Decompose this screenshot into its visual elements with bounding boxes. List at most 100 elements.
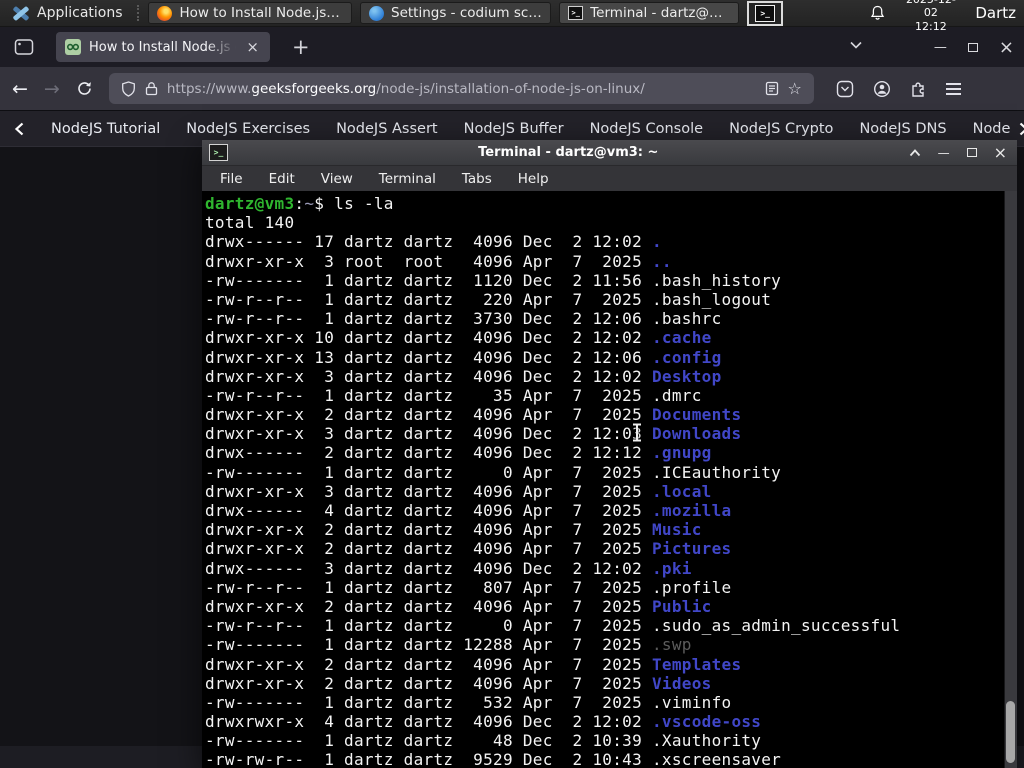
file-name: .profile [651, 577, 732, 597]
desktop: { "panel": { "applications_label": "Appl… [0, 0, 1024, 768]
url-path: /node-js/installation-of-node-js-on-linu… [376, 80, 645, 97]
codium-icon [369, 5, 385, 21]
reader-view-icon[interactable] [765, 81, 779, 96]
terminal-listing-row: drwxr-xr-x 2 dartz dartz 4096 Apr 7 2025… [205, 539, 732, 559]
tracking-shield-icon[interactable] [121, 80, 136, 97]
terminal-listing-row: drwxr-xr-x 10 dartz dartz 4096 Dec 2 12:… [205, 328, 712, 348]
applications-menu-button[interactable]: Applications [6, 3, 129, 23]
file-name: Videos [651, 673, 712, 693]
site-nav-link[interactable]: NodeJS Exercises [186, 121, 310, 137]
terminal-listing-row: drwx------ 3 dartz dartz 4096 Dec 2 12:0… [205, 558, 692, 578]
minimize-icon[interactable]: — [934, 40, 947, 55]
terminal-listing-row: -rw------- 1 dartz dartz 48 Dec 2 10:39 … [205, 731, 762, 751]
bookmark-star-icon[interactable]: ☆ [788, 79, 802, 98]
terminal-output[interactable]: dartz@vm3:~$ ls -la total 140 drwx------… [202, 191, 1017, 768]
forward-button[interactable]: → [44, 78, 60, 100]
terminal-menu-tabs[interactable]: Tabs [452, 169, 502, 189]
file-name: Templates [651, 654, 742, 674]
notification-bell-icon[interactable] [869, 4, 886, 22]
terminal-prompt-line: dartz@vm3:~$ ls -la [205, 194, 394, 213]
tab-close-icon[interactable]: × [244, 38, 261, 56]
taskbar-item-terminal[interactable]: >_ Terminal - dartz@vm3: ~ [559, 2, 739, 24]
terminal-title-bar[interactable]: >_ Terminal - dartz@vm3: ~ — × [202, 140, 1017, 166]
url-bar[interactable]: https://www.geeksforgeeks.org/node-js/in… [108, 73, 814, 104]
terminal-menu-help[interactable]: Help [508, 169, 559, 189]
terminal-listing-row: drwxr-xr-x 2 dartz dartz 4096 Apr 7 2025… [205, 520, 702, 540]
file-name: .bash_logout [651, 289, 772, 309]
menu-hamburger-icon[interactable] [945, 82, 961, 95]
terminal-listing-row: -rw------- 1 dartz dartz 1120 Dec 2 11:5… [205, 270, 782, 290]
clock-date: 2025-12-02 [906, 0, 956, 20]
terminal-listing-row: -rw-r--r-- 1 dartz dartz 220 Apr 7 2025 … [205, 289, 772, 309]
file-name: .bashrc [651, 309, 722, 329]
terminal-listing-row: -rw------- 1 dartz dartz 0 Apr 7 2025 .I… [205, 462, 782, 482]
file-name: Pictures [651, 539, 732, 559]
file-name: .swp [651, 635, 692, 655]
terminal-window-icon: >_ [209, 144, 228, 161]
reload-icon[interactable] [76, 80, 93, 97]
site-nav-links: NodeJS Tutorial NodeJS Exercises NodeJS As… [51, 121, 1010, 137]
site-nav-link[interactable]: Node [973, 121, 1011, 137]
file-name: .dmrc [651, 385, 702, 405]
terminal-menu-terminal[interactable]: Terminal [369, 169, 446, 189]
site-nav-link[interactable]: NodeJS Buffer [464, 121, 564, 137]
close-icon[interactable]: × [999, 37, 1014, 58]
url-domain: geeksforgeeks.org [251, 80, 377, 97]
site-nav-forward[interactable] [1018, 122, 1024, 136]
terminal-menu-bar: File Edit View Terminal Tabs Help [202, 166, 1017, 191]
terminal-listing-row: -rw-r--r-- 1 dartz dartz 0 Apr 7 2025 .s… [205, 616, 901, 636]
terminal-listing-row: drwx------ 17 dartz dartz 4096 Dec 2 12:… [205, 232, 662, 252]
file-name: .vscode-oss [651, 712, 762, 732]
terminal-icon: >_ [568, 6, 584, 20]
lock-icon [145, 82, 157, 96]
taskbar-item-firefox[interactable]: How to Install Node.js o... [148, 2, 353, 24]
terminal-listing-row: drwxr-xr-x 2 dartz dartz 4096 Apr 7 2025… [205, 596, 712, 616]
site-nav-link[interactable]: NodeJS Crypto [729, 121, 833, 137]
close-icon[interactable]: × [994, 143, 1007, 162]
terminal-listing-row: -rw-r--r-- 1 dartz dartz 35 Apr 7 2025 .… [205, 385, 702, 405]
terminal-listing-row: drwxr-xr-x 2 dartz dartz 4096 Apr 7 2025… [205, 673, 712, 693]
taskbar-item-codium[interactable]: Settings - codium script... [360, 2, 552, 24]
file-name: . [651, 232, 662, 252]
terminal-listing-row: drwxr-xr-x 2 dartz dartz 4096 Apr 7 2025… [205, 405, 742, 425]
terminal-listing-row: drwxr-xr-x 3 root root 4096 Apr 7 2025 .… [205, 251, 672, 271]
terminal-listing-row: -rw-r--r-- 1 dartz dartz 807 Apr 7 2025 … [205, 577, 732, 597]
list-all-tabs-button[interactable] [848, 37, 864, 57]
terminal-scrollbar-thumb[interactable] [1006, 701, 1015, 763]
terminal-listing-row: drwxr-xr-x 2 dartz dartz 4096 Apr 7 2025… [205, 654, 742, 674]
ibeam-cursor [633, 423, 641, 442]
terminal-menu-file[interactable]: File [210, 169, 253, 189]
site-nav-link[interactable]: NodeJS Tutorial [51, 121, 160, 137]
file-name: .cache [651, 328, 712, 348]
site-nav-link[interactable]: NodeJS Console [590, 121, 704, 137]
back-button[interactable]: ← [12, 78, 28, 100]
account-icon[interactable] [873, 80, 891, 98]
pocket-icon[interactable] [836, 80, 854, 98]
firefox-view-button[interactable] [10, 34, 38, 60]
panel-handle [136, 5, 141, 21]
minimize-icon[interactable]: — [938, 146, 950, 160]
extensions-icon[interactable] [910, 80, 927, 98]
tray-terminal-icon[interactable]: >_ [747, 0, 784, 26]
terminal-listing-row: drwxr-xr-x 3 dartz dartz 4096 Dec 2 12:0… [205, 366, 722, 386]
site-nav-link[interactable]: NodeJS DNS [859, 121, 946, 137]
terminal-total-line: total 140 [205, 213, 295, 233]
browser-tab-active[interactable]: How to Install Node.js on × [56, 32, 270, 62]
terminal-listing-row: drwx------ 4 dartz dartz 4096 Apr 7 2025… [205, 501, 732, 520]
site-nav-link[interactable]: NodeJS Assert [336, 121, 438, 137]
shade-icon[interactable] [909, 148, 921, 157]
terminal-menu-view[interactable]: View [311, 169, 363, 189]
terminal-listing-row: -rw------- 1 dartz dartz 12288 Apr 7 202… [205, 635, 692, 655]
terminal-file-listing: drwx------ 17 dartz dartz 4096 Dec 2 12:… [205, 232, 1001, 768]
panel-user-label[interactable]: Dartz [975, 4, 1016, 22]
url-scheme: https://www. [166, 80, 252, 97]
clock-time: 12:12 [915, 19, 947, 33]
new-tab-button[interactable]: + [284, 35, 318, 59]
site-nav-back[interactable] [14, 122, 25, 136]
toolbar-right-icons [836, 80, 961, 98]
terminal-menu-edit[interactable]: Edit [259, 169, 305, 189]
terminal-scrollbar[interactable] [1004, 191, 1017, 768]
maximize-icon[interactable] [967, 42, 978, 52]
panel-clock[interactable]: 2025-12-02 12:12 [900, 0, 961, 33]
maximize-icon[interactable] [966, 148, 977, 157]
